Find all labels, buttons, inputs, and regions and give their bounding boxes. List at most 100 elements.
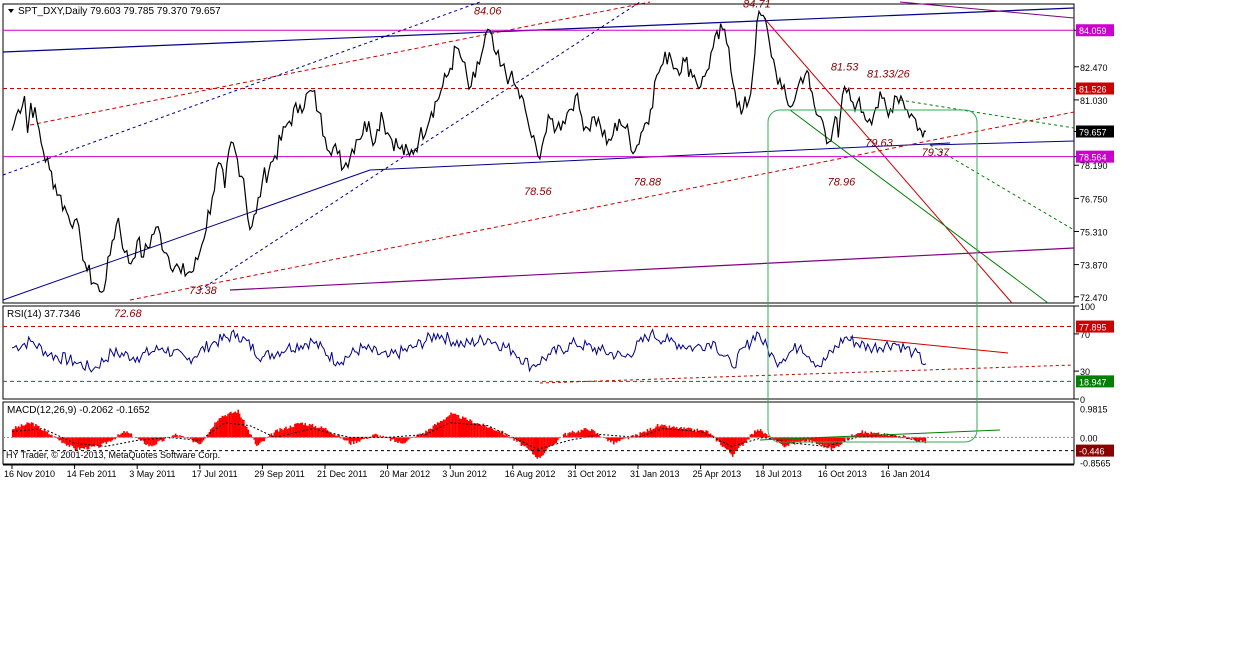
- symbol-line: SPT_DXY,Daily 79.603 79.785 79.370 79.65…: [18, 6, 221, 17]
- macd-bar: [79, 437, 81, 450]
- macd-bar: [325, 427, 327, 438]
- macd-bar: [692, 430, 694, 438]
- macd-bar: [120, 433, 122, 438]
- macd-bar: [677, 429, 679, 438]
- macd-bar: [227, 413, 229, 438]
- macd-bar: [490, 427, 492, 438]
- macd-bar: [297, 422, 299, 438]
- macd-bar: [218, 418, 221, 438]
- macd-bar: [215, 422, 218, 438]
- macd-bar: [464, 417, 467, 438]
- macd-bar: [288, 428, 290, 438]
- time-tick-label: 31 Jan 2013: [630, 469, 680, 479]
- macd-bar: [282, 429, 284, 438]
- macd-bar: [327, 431, 330, 438]
- macd-bar: [557, 437, 559, 441]
- price-panel[interactable]: [2, 3, 1075, 304]
- macd-bar: [419, 433, 421, 438]
- macd-bar: [439, 420, 442, 438]
- macd-bar: [617, 437, 619, 441]
- macd-bar: [826, 437, 828, 449]
- macd-bar: [254, 437, 257, 445]
- macd-bar: [39, 429, 41, 438]
- macd-bar: [301, 422, 303, 438]
- macd-bar: [435, 424, 438, 438]
- macd-bar: [38, 425, 40, 438]
- macd-bar: [283, 428, 286, 438]
- macd-bar: [583, 428, 586, 438]
- macd-bar: [235, 412, 238, 438]
- macd-bar: [562, 434, 565, 438]
- macd-bar: [217, 420, 219, 438]
- rsi-tick-label: 100: [1080, 302, 1095, 312]
- macd-bar: [12, 429, 14, 438]
- macd-bar: [478, 423, 480, 438]
- macd-bar: [305, 425, 308, 438]
- macd-bar: [444, 419, 446, 438]
- macd-bar: [699, 429, 702, 438]
- macd-bar: [473, 423, 476, 438]
- macd-bar: [533, 437, 536, 455]
- macd-bar: [494, 430, 496, 438]
- macd-bar: [546, 437, 549, 449]
- macd-bar: [485, 426, 488, 438]
- macd-bar: [214, 422, 216, 438]
- macd-bar: [554, 437, 556, 444]
- price-annotation: 78.88: [634, 177, 662, 189]
- macd-bar: [564, 432, 566, 438]
- macd-bar: [758, 430, 760, 438]
- time-tick-label: 16 Jan 2014: [880, 469, 930, 479]
- macd-bar: [736, 437, 738, 451]
- macd-bar: [345, 437, 348, 441]
- macd-bar: [470, 420, 473, 438]
- macd-bar: [426, 431, 429, 438]
- macd-bar: [234, 411, 237, 438]
- macd-bar: [273, 432, 276, 438]
- macd-bar: [737, 437, 740, 448]
- macd-bar: [86, 437, 88, 450]
- macd-bar: [432, 425, 435, 438]
- macd-axis: 0.9815 0.00 -0.8565 -0.446: [1076, 404, 1114, 469]
- price-tick-label: 78.190: [1080, 161, 1108, 171]
- macd-bar: [48, 434, 50, 438]
- macd-bar: [593, 431, 596, 438]
- rsi-level-label: 77.895: [1079, 323, 1107, 333]
- macd-bar: [817, 437, 819, 445]
- price-level-label: 84.059: [1079, 26, 1107, 36]
- macd-bar: [233, 412, 235, 438]
- macd-bar: [491, 428, 493, 438]
- macd-bar: [173, 435, 175, 438]
- macd-bar: [734, 437, 737, 451]
- macd-bar: [243, 420, 245, 438]
- macd-bar: [404, 437, 407, 443]
- macd-bar: [643, 431, 646, 438]
- macd-bar: [201, 437, 203, 443]
- macd-tick-label: 0.00: [1080, 433, 1098, 443]
- macd-bar: [22, 425, 24, 438]
- macd-bar: [126, 431, 128, 438]
- macd-bar: [143, 437, 146, 444]
- macd-bar: [130, 433, 133, 438]
- macd-bar: [759, 429, 762, 438]
- macd-bar: [300, 422, 302, 438]
- time-tick-label: 25 Apr 2013: [693, 469, 742, 479]
- macd-bar: [451, 413, 454, 438]
- macd-bar: [640, 433, 643, 438]
- macd-bar: [49, 435, 52, 438]
- macd-bar: [466, 419, 468, 438]
- macd-title: MACD(12,26,9) -0.2062 -0.1652: [7, 405, 150, 416]
- macd-bar: [476, 423, 479, 438]
- macd-bar: [65, 437, 68, 446]
- macd-bar: [244, 426, 247, 438]
- macd-bar: [529, 437, 531, 451]
- macd-bar: [19, 427, 21, 438]
- time-tick-label: 21 Dec 2011: [317, 469, 367, 479]
- price-tick-label: 73.870: [1080, 261, 1108, 271]
- macd-bar: [661, 424, 663, 438]
- macd-bar: [917, 437, 919, 442]
- macd-bar: [45, 431, 47, 438]
- macd-bar: [915, 437, 918, 442]
- macd-bar: [336, 435, 339, 438]
- macd-bar: [409, 437, 411, 439]
- macd-bar: [689, 427, 691, 438]
